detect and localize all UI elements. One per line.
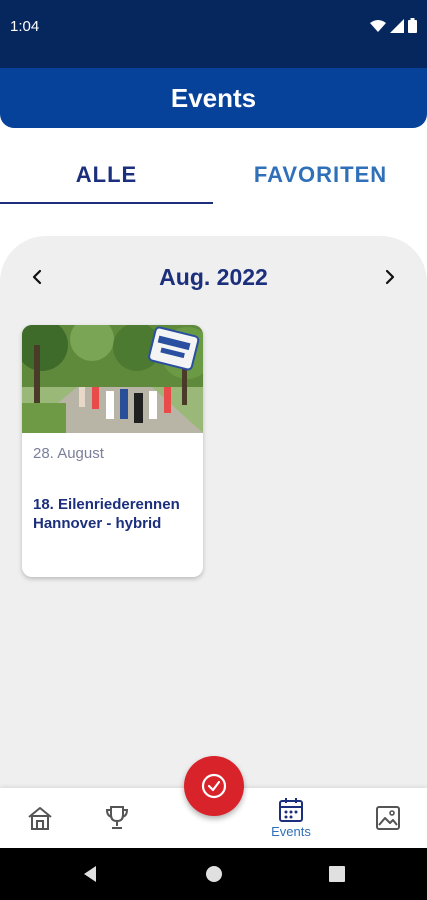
event-photo [22,325,203,433]
trophy-icon [105,806,129,829]
home-icon [28,807,52,830]
next-month-button[interactable] [373,256,407,298]
system-navigation-bar [0,848,427,900]
page-title: Events [170,82,257,113]
status-bar: 1:04 [0,0,427,68]
tab-favoriten[interactable]: FAVORITEN [214,148,427,202]
system-home-button[interactable] [198,858,230,890]
chevron-left-icon [32,269,42,285]
check-in-fab-button[interactable] [184,756,244,816]
event-title: 18. Eilenriederennen Hannover - hybrid [33,496,180,532]
month-navigator: Aug. 2022 [0,256,427,298]
system-back-button[interactable] [74,858,106,890]
events-content: Aug. 2022 28. August 18. Eilenriederenne… [0,236,427,796]
chevron-right-icon [385,269,395,285]
image-icon [376,806,400,830]
nav-item-trophy[interactable] [87,788,147,848]
event-date: 28. August [33,445,104,462]
nav-item-home[interactable] [10,788,70,848]
system-recents-button[interactable] [321,858,353,890]
app-bar: Events [0,68,427,128]
cell-signal-icon [390,18,404,33]
home-circle-icon [206,866,222,882]
nav-item-gallery[interactable] [358,788,418,848]
check-circle-icon [201,773,227,799]
tab-bar: ALLE FAVORITEN [0,148,427,204]
calendar-icon [279,798,303,822]
event-card[interactable]: 28. August 18. Eilenriederennen Hannover… [22,325,203,577]
nav-item-events[interactable]: Events [261,788,321,848]
tab-alle[interactable]: ALLE [0,148,213,204]
battery-icon [408,18,417,33]
back-icon [84,866,96,882]
nav-label-events: Events [271,824,311,839]
wifi-icon [370,19,386,32]
status-icons [370,18,417,33]
month-label: Aug. 2022 [159,263,268,290]
status-time: 1:04 [10,18,40,35]
recents-icon [329,866,345,882]
previous-month-button[interactable] [20,256,54,298]
